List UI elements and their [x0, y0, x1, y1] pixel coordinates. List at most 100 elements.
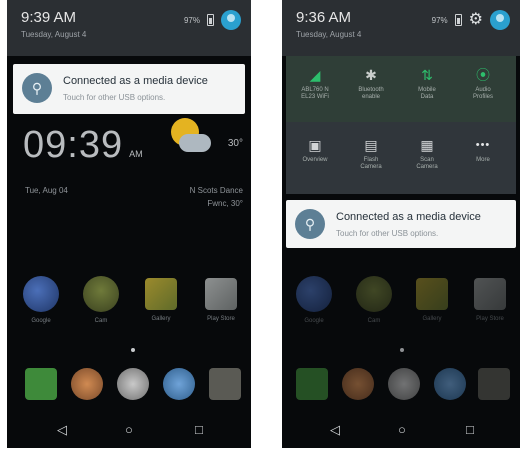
- mobile-data-icon: ⇅: [421, 67, 433, 83]
- qs-tile-mobile-data[interactable]: ⇅ Mobile Data: [404, 66, 450, 101]
- navigation-bar: ◁ ○ □: [282, 412, 520, 448]
- app-label: Google: [304, 318, 324, 324]
- page-indicator: [131, 348, 135, 352]
- qs-tile-label: ABL760 N EL23 WiFi: [301, 87, 329, 100]
- back-button[interactable]: ◁: [330, 422, 340, 438]
- app-play-store[interactable]: Play Store: [472, 276, 508, 322]
- battery-percentage: 97%: [431, 15, 448, 25]
- usb-notification[interactable]: ⚲ Connected as a media device Touch for …: [13, 64, 245, 114]
- camera-app-icon: [356, 276, 392, 312]
- user-avatar[interactable]: [221, 10, 241, 30]
- notification-title: Connected as a media device: [336, 211, 481, 223]
- gear-icon[interactable]: ⚙: [469, 12, 483, 28]
- app-label: Cam: [367, 318, 381, 324]
- battery-percentage: 97%: [183, 15, 200, 25]
- quick-settings-panel: ◢ ABL760 N EL23 WiFi ✱ Bluetooth enable …: [286, 56, 516, 194]
- phone-screen-quick-settings: 9:36 AM Tuesday, August 4 97% ⚙ ◢ ABL760…: [282, 0, 520, 448]
- google-app-icon: [296, 276, 332, 312]
- gallery-app-icon: [416, 278, 448, 310]
- location-line1: N Scots Dance: [189, 186, 243, 195]
- play-store-app-icon: [205, 278, 237, 310]
- weather-icon[interactable]: [165, 116, 215, 162]
- usb-icon: ⚲: [295, 209, 325, 239]
- location-line2: Fwnc, 30°: [207, 199, 243, 208]
- app-label: Gallery: [151, 316, 171, 322]
- qs-tile-label: Overview: [302, 157, 328, 163]
- play-store-app-icon: [474, 278, 506, 310]
- weather-location: N Scots Dance Fwnc, 30°: [190, 184, 243, 210]
- screenshot-icon: ▣: [308, 137, 322, 153]
- app-google[interactable]: Google: [296, 276, 332, 324]
- qs-tile-flash[interactable]: ▤ Flash Camera: [348, 136, 394, 171]
- recents-button[interactable]: □: [466, 422, 474, 438]
- qs-tile-label: Audio Profiles: [472, 87, 493, 100]
- back-button[interactable]: ◁: [57, 422, 67, 438]
- temperature: 30°: [227, 138, 243, 149]
- home-button[interactable]: ○: [125, 422, 133, 438]
- notification-title: Connected as a media device: [63, 75, 208, 87]
- home-button[interactable]: ○: [398, 422, 406, 438]
- phone-app-icon[interactable]: [25, 368, 57, 400]
- phone-screen-lockscreen: 9:39 AM Tuesday, August 4 97% ⚲ Connecte…: [7, 0, 251, 448]
- more-icon: •••: [475, 139, 491, 151]
- qs-tile-more[interactable]: ••• More: [460, 136, 506, 164]
- qs-tile-label: Flash Camera: [360, 157, 382, 170]
- notification-subtitle: Touch for other USB options.: [336, 229, 439, 238]
- google-app-icon: [23, 276, 59, 312]
- header-time: 9:36 AM: [296, 9, 352, 26]
- wifi-icon: ◢: [309, 67, 321, 83]
- app-label: Play Store: [207, 316, 235, 322]
- app-gallery[interactable]: Gallery: [414, 276, 450, 322]
- qs-tile-wifi[interactable]: ◢ ABL760 N EL23 WiFi: [292, 66, 338, 101]
- gallery-app-icon: [145, 278, 177, 310]
- navigation-bar: ◁ ○ □: [7, 412, 251, 448]
- camera-dock-icon[interactable]: [209, 368, 241, 400]
- clock-widget[interactable]: 09:39 AM: [23, 124, 143, 167]
- app-label: Gallery: [422, 316, 442, 322]
- status-header[interactable]: 9:36 AM Tuesday, August 4 97% ⚙: [282, 0, 520, 56]
- qs-tile-label: Bluetooth enable: [358, 87, 384, 100]
- browser-app-icon[interactable]: [434, 368, 466, 400]
- app-play-store[interactable]: Play Store: [203, 276, 239, 322]
- qs-tile-overview[interactable]: ▣ Overview: [292, 136, 338, 164]
- app-label: Google: [31, 318, 51, 324]
- scan-icon: ▦: [420, 137, 434, 153]
- app-google[interactable]: Google: [23, 276, 59, 324]
- qs-tile-audio-profiles[interactable]: ⦿ Audio Profiles: [460, 66, 506, 101]
- date-text: Tue, Aug 04: [25, 186, 68, 195]
- usb-icon: ⚲: [22, 73, 52, 103]
- apps-drawer-icon[interactable]: [117, 368, 149, 400]
- battery-icon: [454, 14, 462, 26]
- app-label: Play Store: [476, 316, 504, 322]
- bluetooth-icon: ✱: [365, 67, 377, 83]
- qs-tile-label: Mobile Data: [418, 87, 436, 100]
- notification-subtitle: Touch for other USB options.: [63, 93, 166, 102]
- page-indicator: [400, 348, 404, 352]
- qs-tile-bluetooth[interactable]: ✱ Bluetooth enable: [348, 66, 394, 101]
- clock-time: 09:39: [23, 124, 124, 166]
- header-date: Tuesday, August 4: [21, 30, 87, 39]
- contacts-app-icon[interactable]: [342, 368, 374, 400]
- header-date: Tuesday, August 4: [296, 30, 362, 39]
- camera-dock-icon[interactable]: [478, 368, 510, 400]
- app-cam[interactable]: Cam: [356, 276, 392, 324]
- app-cam[interactable]: Cam: [83, 276, 119, 324]
- camera-app-icon: [83, 276, 119, 312]
- user-avatar[interactable]: [490, 10, 510, 30]
- phone-app-icon[interactable]: [296, 368, 328, 400]
- app-gallery[interactable]: Gallery: [143, 276, 179, 322]
- recents-button[interactable]: □: [195, 422, 203, 438]
- flash-icon: ▤: [364, 137, 378, 153]
- header-time: 9:39 AM: [21, 9, 77, 26]
- browser-app-icon[interactable]: [163, 368, 195, 400]
- qs-tile-label: More: [476, 157, 490, 163]
- contacts-app-icon[interactable]: [71, 368, 103, 400]
- apps-drawer-icon[interactable]: [388, 368, 420, 400]
- status-header[interactable]: 9:39 AM Tuesday, August 4 97%: [7, 0, 251, 56]
- usb-notification[interactable]: ⚲ Connected as a media device Touch for …: [286, 200, 516, 248]
- qs-tile-scan[interactable]: ▦ Scan Camera: [404, 136, 450, 171]
- clock-ampm: AM: [129, 149, 143, 159]
- qs-tile-label: Scan Camera: [416, 157, 438, 170]
- app-label: Cam: [94, 318, 108, 324]
- battery-icon: [207, 14, 214, 26]
